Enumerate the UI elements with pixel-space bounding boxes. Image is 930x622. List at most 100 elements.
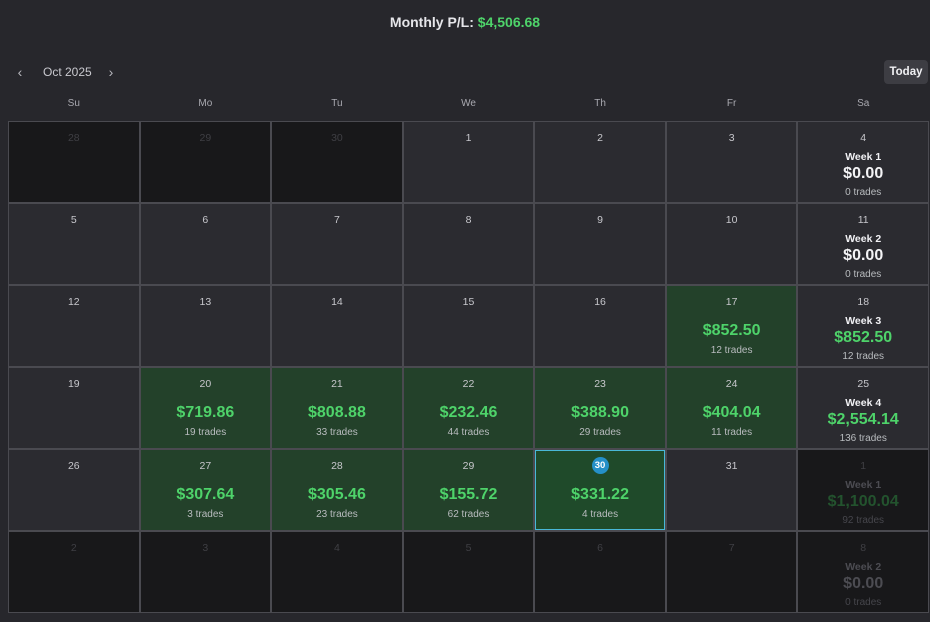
day-pl-value: $388.90 (571, 404, 629, 421)
day-number: 7 (334, 214, 340, 226)
day-number: 8 (465, 214, 472, 226)
calendar-day[interactable]: 5 (9, 204, 139, 284)
week-trade-count: 0 trades (845, 187, 882, 198)
calendar-day[interactable]: 23 $388.90 29 trades (535, 368, 665, 448)
day-pl-value: $232.46 (439, 404, 498, 421)
calendar-day[interactable]: 2 (535, 122, 665, 202)
day-number: 28 (67, 132, 80, 144)
day-trade-count: 19 trades (184, 427, 227, 438)
calendar-day[interactable]: 28 (9, 122, 139, 202)
calendar-day[interactable]: 29 $155.72 62 trades (403, 450, 534, 530)
calendar-day-today[interactable]: 30 $331.22 4 trades (535, 450, 665, 530)
day-number: 13 (199, 296, 212, 308)
day-trade-count: 12 trades (710, 345, 753, 356)
calendar-day[interactable]: 7 (666, 532, 797, 612)
day-number: 6 (202, 214, 209, 226)
day-number: 14 (331, 296, 343, 308)
day-number: 5 (465, 542, 472, 554)
chevron-left-icon[interactable]: ‹ (11, 62, 29, 82)
calendar-day[interactable]: 14 (272, 286, 402, 366)
calendar-day[interactable]: 21 $808.88 33 trades (272, 368, 402, 448)
calendar-day[interactable]: 5 (403, 532, 534, 612)
day-number: 21 (331, 378, 343, 390)
week-summary-cell[interactable]: 25 Week 4 $2,554.14 136 trades (798, 368, 928, 448)
weekday-label: Th (594, 98, 606, 109)
week-summary-cell[interactable]: 8 Week 2 $0.00 0 trades (798, 532, 928, 612)
day-pl-value: $852.50 (702, 322, 761, 339)
day-number: 2 (70, 542, 77, 554)
day-number: 18 (857, 296, 870, 308)
calendar-day[interactable]: 26 (9, 450, 139, 530)
day-number: 2 (597, 132, 603, 144)
today-badge: 30 (591, 457, 609, 474)
day-trade-count: 3 trades (187, 509, 224, 520)
day-number: 27 (199, 460, 212, 472)
calendar-day[interactable]: 12 (9, 286, 139, 366)
day-number: 3 (202, 542, 209, 554)
week-summary-cell[interactable]: 1 Week 1 $1,100.04 92 trades (798, 450, 928, 530)
day-number: 8 (860, 542, 867, 554)
calendar-day[interactable]: 19 (9, 368, 139, 448)
monthly-pl-amount: $4,506.68 (477, 14, 541, 30)
day-number: 23 (594, 378, 606, 390)
calendar-day[interactable]: 10 (666, 204, 797, 284)
calendar-day[interactable]: 9 (535, 204, 665, 284)
week-summary-cell[interactable]: 18 Week 3 $852.50 12 trades (798, 286, 928, 366)
week-summary-cell[interactable]: 4 Week 1 $0.00 0 trades (798, 122, 928, 202)
calendar-day[interactable]: 3 (666, 122, 797, 202)
current-month-label: Oct 2025 (43, 65, 92, 79)
calendar-day[interactable]: 2 (9, 532, 139, 612)
weekday-label: We (461, 98, 476, 109)
week-pl-value: $1,100.04 (827, 493, 899, 510)
calendar-day[interactable]: 31 (666, 450, 797, 530)
week-pl-value: $0.00 (843, 165, 884, 182)
calendar-day[interactable]: 27 $307.64 3 trades (140, 450, 271, 530)
calendar-day[interactable]: 1 (403, 122, 534, 202)
calendar-grid: 28 29 30 1 2 3 4 Week 1 $0.00 0 trades 5 6 7 8 9 10 11 We… (8, 121, 929, 613)
calendar-day[interactable]: 28 $305.46 23 trades (272, 450, 402, 530)
week-trade-count: 92 trades (842, 515, 885, 526)
day-number: 5 (70, 214, 77, 226)
calendar-day[interactable]: 20 $719.86 19 trades (140, 368, 271, 448)
calendar-day[interactable]: 30 (272, 122, 402, 202)
calendar-day[interactable]: 7 (272, 204, 402, 284)
day-number: 9 (597, 214, 603, 226)
calendar-day[interactable]: 29 (140, 122, 271, 202)
weekday-label: Tu (331, 98, 343, 109)
week-summary-cell[interactable]: 11 Week 2 $0.00 0 trades (798, 204, 928, 284)
day-number: 15 (462, 296, 475, 308)
day-pl-value: $331.22 (571, 486, 629, 503)
day-trade-count: 44 trades (447, 427, 490, 438)
week-pl-value: $0.00 (843, 575, 884, 592)
calendar-day[interactable]: 4 (272, 532, 402, 612)
calendar-day[interactable]: 22 $232.46 44 trades (403, 368, 534, 448)
chevron-right-icon[interactable]: › (102, 62, 120, 82)
day-trade-count: 23 trades (316, 509, 358, 520)
day-number: 4 (860, 132, 867, 144)
day-number: 22 (462, 378, 475, 390)
today-button[interactable]: Today (884, 60, 928, 84)
calendar-day[interactable]: 6 (535, 532, 665, 612)
calendar-day[interactable]: 24 $404.04 11 trades (666, 368, 797, 448)
week-label: Week 3 (845, 315, 882, 327)
monthly-pl-label: Monthly P/L: (389, 14, 474, 30)
calendar-day[interactable]: 13 (140, 286, 271, 366)
calendar-day[interactable]: 15 (403, 286, 534, 366)
calendar-day[interactable]: 3 (140, 532, 271, 612)
day-number: 1 (465, 132, 472, 144)
day-number: 24 (725, 378, 738, 390)
calendar-day[interactable]: 8 (403, 204, 534, 284)
day-number: 6 (597, 542, 603, 554)
weekday-label: Mo (198, 98, 213, 109)
day-trade-count: 62 trades (447, 509, 490, 520)
calendar-day[interactable]: 17 $852.50 12 trades (666, 286, 797, 366)
week-pl-value: $0.00 (843, 247, 884, 264)
week-trade-count: 0 trades (845, 597, 882, 608)
weekday-label: Fr (726, 98, 737, 109)
day-number: 29 (199, 132, 212, 144)
calendar-day[interactable]: 6 (140, 204, 271, 284)
calendar-day[interactable]: 16 (535, 286, 665, 366)
week-trade-count: 0 trades (845, 269, 882, 280)
day-pl-value: $404.04 (702, 404, 761, 421)
day-number: 10 (725, 214, 738, 226)
